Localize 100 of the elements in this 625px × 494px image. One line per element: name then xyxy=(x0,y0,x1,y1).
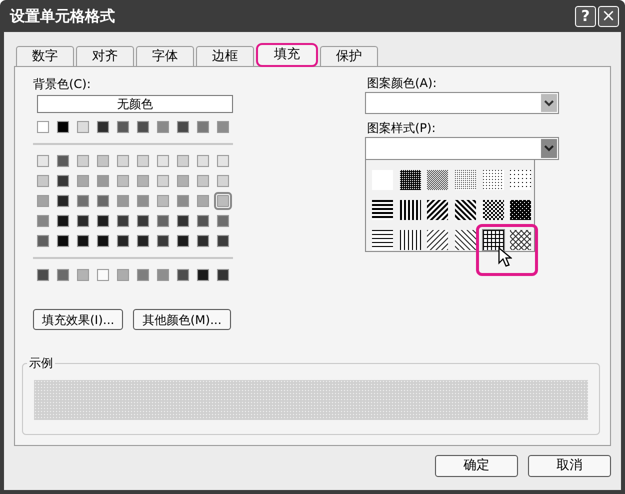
color-swatch[interactable] xyxy=(117,121,129,133)
color-swatch[interactable] xyxy=(37,235,49,247)
no-color-button[interactable]: 无颜色 xyxy=(37,95,233,113)
color-swatch[interactable] xyxy=(97,195,109,207)
color-swatch[interactable] xyxy=(137,235,149,247)
color-swatch[interactable] xyxy=(97,235,109,247)
color-swatch[interactable] xyxy=(137,155,149,167)
color-swatch[interactable] xyxy=(77,195,89,207)
color-swatch[interactable] xyxy=(217,195,229,207)
pattern-option[interactable] xyxy=(400,230,421,250)
color-swatch[interactable] xyxy=(97,215,109,227)
color-swatch[interactable] xyxy=(57,269,69,281)
color-swatch[interactable] xyxy=(197,175,209,187)
pattern-style-dropdown[interactable] xyxy=(365,137,559,160)
color-swatch[interactable] xyxy=(137,121,149,133)
color-swatch[interactable] xyxy=(57,175,69,187)
dialog-button[interactable]: 确定 xyxy=(435,455,518,477)
color-swatch[interactable] xyxy=(117,195,129,207)
tab[interactable]: 数字 xyxy=(16,46,74,66)
pattern-option[interactable] xyxy=(427,170,448,190)
color-swatch[interactable] xyxy=(177,215,189,227)
color-swatch[interactable] xyxy=(197,195,209,207)
dialog-button[interactable]: 填充效果(I)... xyxy=(33,309,124,330)
color-swatch[interactable] xyxy=(177,269,189,281)
pattern-option[interactable] xyxy=(482,230,504,250)
color-swatch[interactable] xyxy=(37,269,49,281)
color-swatch[interactable] xyxy=(57,195,69,207)
pattern-option[interactable] xyxy=(454,200,476,220)
color-swatch[interactable] xyxy=(97,121,109,133)
color-swatch[interactable] xyxy=(217,175,229,187)
color-swatch[interactable] xyxy=(57,215,69,227)
color-swatch[interactable] xyxy=(37,195,49,207)
pattern-option[interactable] xyxy=(482,200,504,220)
color-swatch[interactable] xyxy=(77,235,89,247)
color-swatch[interactable] xyxy=(57,235,69,247)
pattern-option[interactable] xyxy=(510,200,532,220)
color-swatch[interactable] xyxy=(97,155,109,167)
pattern-color-dropdown[interactable] xyxy=(365,92,559,114)
color-swatch[interactable] xyxy=(177,235,189,247)
pattern-option[interactable] xyxy=(427,200,448,220)
color-swatch[interactable] xyxy=(137,215,149,227)
color-swatch[interactable] xyxy=(177,121,189,133)
pattern-option[interactable] xyxy=(400,200,421,220)
color-swatch[interactable] xyxy=(157,121,169,133)
color-swatch[interactable] xyxy=(157,235,169,247)
color-swatch[interactable] xyxy=(137,195,149,207)
color-swatch[interactable] xyxy=(197,121,209,133)
color-swatch[interactable] xyxy=(157,269,169,281)
color-swatch[interactable] xyxy=(177,195,189,207)
color-swatch[interactable] xyxy=(57,121,69,133)
color-swatch[interactable] xyxy=(37,155,49,167)
pattern-option[interactable] xyxy=(372,230,393,250)
color-swatch[interactable] xyxy=(117,269,129,281)
color-swatch[interactable] xyxy=(117,215,129,227)
color-swatch[interactable] xyxy=(77,155,89,167)
color-swatch[interactable] xyxy=(157,195,169,207)
tab[interactable]: 对齐 xyxy=(76,46,134,66)
color-swatch[interactable] xyxy=(177,155,189,167)
pattern-option[interactable] xyxy=(482,170,504,190)
pattern-option[interactable] xyxy=(510,170,532,190)
tab[interactable]: 填充 xyxy=(256,43,318,67)
help-button[interactable]: ? xyxy=(575,6,596,26)
color-swatch[interactable] xyxy=(217,215,229,227)
tab[interactable]: 保护 xyxy=(320,46,378,66)
color-swatch[interactable] xyxy=(97,269,109,281)
pattern-option[interactable] xyxy=(400,170,421,190)
color-swatch[interactable] xyxy=(77,269,89,281)
dialog-button[interactable]: 其他颜色(M)... xyxy=(133,309,231,330)
color-swatch[interactable] xyxy=(117,155,129,167)
color-swatch[interactable] xyxy=(57,155,69,167)
pattern-option[interactable] xyxy=(372,200,393,220)
pattern-option[interactable] xyxy=(510,230,532,250)
tab[interactable]: 字体 xyxy=(136,46,194,66)
color-swatch[interactable] xyxy=(77,175,89,187)
color-swatch[interactable] xyxy=(77,121,89,133)
color-swatch[interactable] xyxy=(157,175,169,187)
color-swatch[interactable] xyxy=(217,155,229,167)
color-swatch[interactable] xyxy=(97,175,109,187)
tab[interactable]: 边框 xyxy=(196,46,254,66)
color-swatch[interactable] xyxy=(217,121,229,133)
color-swatch[interactable] xyxy=(197,269,209,281)
color-swatch[interactable] xyxy=(177,175,189,187)
color-swatch[interactable] xyxy=(37,215,49,227)
pattern-option[interactable] xyxy=(427,230,448,250)
color-swatch[interactable] xyxy=(197,155,209,167)
color-swatch[interactable] xyxy=(117,235,129,247)
color-swatch[interactable] xyxy=(37,121,49,133)
color-swatch[interactable] xyxy=(37,175,49,187)
pattern-option[interactable] xyxy=(454,170,476,190)
color-swatch[interactable] xyxy=(157,155,169,167)
color-swatch[interactable] xyxy=(137,175,149,187)
close-button[interactable]: × xyxy=(598,6,619,26)
color-swatch[interactable] xyxy=(117,175,129,187)
color-swatch[interactable] xyxy=(197,215,209,227)
color-swatch[interactable] xyxy=(157,215,169,227)
color-swatch[interactable] xyxy=(77,215,89,227)
color-swatch[interactable] xyxy=(217,269,229,281)
dialog-button[interactable]: 取消 xyxy=(528,455,611,477)
color-swatch[interactable] xyxy=(197,235,209,247)
color-swatch[interactable] xyxy=(217,235,229,247)
